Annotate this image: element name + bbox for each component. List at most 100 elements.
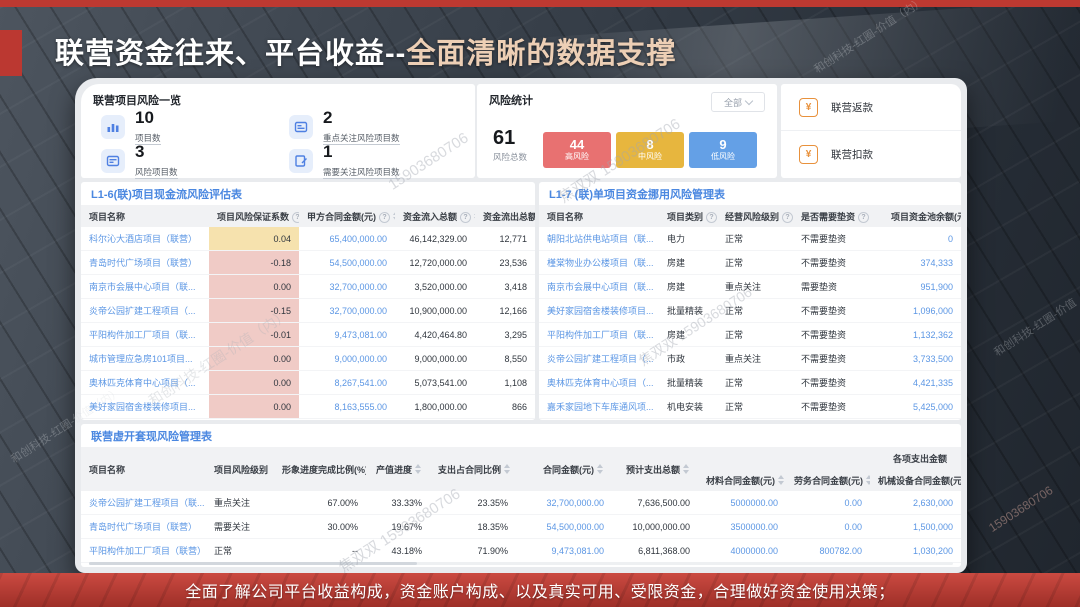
cell-name[interactable]: 南京市会展中心项目（联... <box>81 275 209 299</box>
cell-contract: 32,700,000.00 <box>516 491 612 515</box>
edit-doc-icon <box>289 149 313 173</box>
sort-icon[interactable] <box>597 464 604 474</box>
col-inflow-total: 资金流入总额? <box>395 205 475 227</box>
horizontal-scrollbar[interactable] <box>89 562 953 565</box>
cashflow-table-title[interactable]: L1-6(联)项目现金流风险评估表 <box>81 182 535 205</box>
help-icon[interactable]: ? <box>858 212 869 223</box>
cell-name[interactable]: 奥林匹克体育中心项目（... <box>539 371 659 395</box>
stat-risk-projects[interactable]: 3 风险项目数 <box>101 145 289 177</box>
stat-label[interactable]: 风险项目数 <box>135 167 178 179</box>
cell-ratio: 71.90% <box>430 539 516 563</box>
cell-name[interactable]: 青岛时代广场项目（联营） <box>81 515 206 539</box>
stat-projects[interactable]: 10 项目数 <box>101 111 289 143</box>
cell-name[interactable]: 青岛时代广场项目（联营） <box>81 251 209 275</box>
sort-icon[interactable] <box>866 475 870 485</box>
col-outflow-total: 资金流出总额 <box>475 205 535 227</box>
table-row: 美好家园宿舍楼装修项目...0.008,163,555.001,800,000.… <box>81 395 535 419</box>
cell-need: 不需要垫资 <box>793 323 883 347</box>
cell-need: 不需要垫资 <box>793 395 883 419</box>
risk-total-label: 风险总数 <box>493 151 527 163</box>
cell-coef: 0.00 <box>209 395 299 419</box>
cell-name[interactable]: 平阳构件加工厂项目（联... <box>539 323 659 347</box>
stat-value: 2 <box>323 108 332 127</box>
cell-name[interactable]: 炎帝公园扩建工程项目（联... <box>81 491 206 515</box>
cell-need: 不需要垫资 <box>793 251 883 275</box>
risk-filter-value: 全部 <box>724 96 742 109</box>
cell-ratio: 23.35% <box>430 491 516 515</box>
help-icon[interactable]: ? <box>460 212 471 223</box>
sort-icon[interactable] <box>415 464 422 474</box>
cell-predicted: 6,811,368.00 <box>612 539 698 563</box>
sort-icon[interactable] <box>474 211 475 221</box>
stat-need-focus-risk-projects[interactable]: 1 需要关注风险项目数 <box>289 145 475 177</box>
cell-name[interactable]: 槿棠物业办公楼项目（联... <box>539 251 659 275</box>
col-risk-level: 项目风险级别 <box>206 447 274 491</box>
risk-stats-panel: 风险统计 全部 61 风险总数 44 高风险 8 中风险 <box>477 84 777 178</box>
action-joint-refund[interactable]: ¥ 联营返款 <box>781 84 961 130</box>
cell-inflow: 10,900,000.00 <box>395 299 475 323</box>
sort-icon[interactable] <box>393 211 395 221</box>
footer-text: 全面了解公司平台收益构成，资金账户构成、以及真实可用、受限资金，合理做好资金使用… <box>185 578 895 602</box>
cell-name[interactable]: 嘉禾家园地下车库通风项... <box>539 395 659 419</box>
badge-low-risk[interactable]: 9 低风险 <box>689 132 757 168</box>
cell-coef: 0.00 <box>209 347 299 371</box>
misuse-table-title[interactable]: L1-7 (联)单项目资金挪用风险管理表 <box>539 182 961 205</box>
table-row: 科尔沁大酒店项目（联营）0.0465,400,000.0046,142,329.… <box>81 227 535 251</box>
sort-icon[interactable] <box>683 464 690 474</box>
help-icon[interactable]: ? <box>706 212 717 223</box>
scrollbar-thumb[interactable] <box>89 562 417 565</box>
risk-filter-dropdown[interactable]: 全部 <box>711 92 765 112</box>
cell-type: 房建 <box>659 251 717 275</box>
cell-coef: 0.00 <box>209 371 299 395</box>
cell-name[interactable]: 美好家园宿舍楼装修项目... <box>81 395 209 419</box>
cell-progress: 67.00% <box>274 491 366 515</box>
cell-contract: 32,700,000.00 <box>299 299 395 323</box>
table-row: 炎帝公园扩建工程项目（...市政重点关注不需要垫资3,733,500 <box>539 347 961 371</box>
sort-icon[interactable] <box>778 475 785 485</box>
stat-key-focus-risk-projects[interactable]: 2 重点关注风险项目数 <box>289 111 475 143</box>
cell-level: 正常 <box>717 251 793 275</box>
stat-label[interactable]: 需要关注风险项目数 <box>323 167 400 179</box>
cell-name[interactable]: 平阳构件加工厂项目（联... <box>81 323 209 347</box>
cell-name[interactable]: 南京市会展中心项目（联... <box>539 275 659 299</box>
cell-name[interactable]: 城市管理应急房101项目... <box>81 347 209 371</box>
help-icon[interactable]: ? <box>292 212 299 223</box>
cell-name[interactable]: 科尔沁大酒店项目（联营） <box>81 227 209 251</box>
col-spend-contract-ratio: 支出占合同比例 <box>430 447 516 491</box>
cell-contract: 9,473,081.00 <box>299 323 395 347</box>
cell-type: 批量精装 <box>659 371 717 395</box>
badge-high-risk[interactable]: 44 高风险 <box>543 132 611 168</box>
cell-predicted: 10,000,000.00 <box>612 515 698 539</box>
cell-outflow: 3,295 <box>475 323 535 347</box>
help-icon[interactable]: ? <box>379 212 390 223</box>
cell-name[interactable]: 朝阳北站供电站项目（联... <box>539 227 659 251</box>
col-project-type: 项目类别? <box>659 205 717 227</box>
cell-outflow: 3,418 <box>475 275 535 299</box>
cell-name[interactable]: 美好家园宿舍楼装修项目... <box>539 299 659 323</box>
col-risk-coefficient: 项目风险保证系数? <box>209 205 299 227</box>
badge-medium-risk[interactable]: 8 中风险 <box>616 132 684 168</box>
cell-inflow: 5,073,541.00 <box>395 371 475 395</box>
action-joint-deduction[interactable]: ¥ 联营扣款 <box>781 130 961 177</box>
col-fund-pool-balance: 项目资金池余额(元)(元)? <box>883 205 961 227</box>
cell-outflow: 1,108 <box>475 371 535 395</box>
cell-name[interactable]: 炎帝公园扩建工程项目（... <box>539 347 659 371</box>
cell-type: 机电安装 <box>659 395 717 419</box>
cell-contract: 8,267,541.00 <box>299 371 395 395</box>
col-predicted-spend-total: 预计支出总额 <box>612 447 698 491</box>
misuse-header-row: 项目名称 项目类别? 经营风险级别? 是否需要垫资? 项目资金池余额(元)(元)… <box>539 205 961 227</box>
table-row: 平阳构件加工厂项目（联...-0.019,473,081.004,420,464… <box>81 323 535 347</box>
cell-name[interactable]: 平阳构件加工厂项目（联营） <box>81 539 206 563</box>
help-icon[interactable]: ? <box>782 212 793 223</box>
misuse-table: 项目名称 项目类别? 经营风险级别? 是否需要垫资? 项目资金池余额(元)(元)… <box>539 205 961 419</box>
top-red-strip <box>0 0 1080 7</box>
table-row: 炎帝公园扩建工程项目（...-0.1532,700,000.0010,900,0… <box>81 299 535 323</box>
sort-icon[interactable] <box>504 464 511 474</box>
col-project-name: 项目名称 <box>81 447 206 491</box>
table-row: 南京市会展中心项目（联...房建重点关注需要垫资951,900 <box>539 275 961 299</box>
invoice-table-title[interactable]: 联营虚开套现风险管理表 <box>81 424 961 447</box>
overview-title: 联营项目风险一览 <box>81 84 475 108</box>
table-row: 平阳构件加工厂项目（联...房建正常不需要垫资1,132,362 <box>539 323 961 347</box>
cell-name[interactable]: 炎帝公园扩建工程项目（... <box>81 299 209 323</box>
cell-name[interactable]: 奥林匹克体育中心项目（... <box>81 371 209 395</box>
